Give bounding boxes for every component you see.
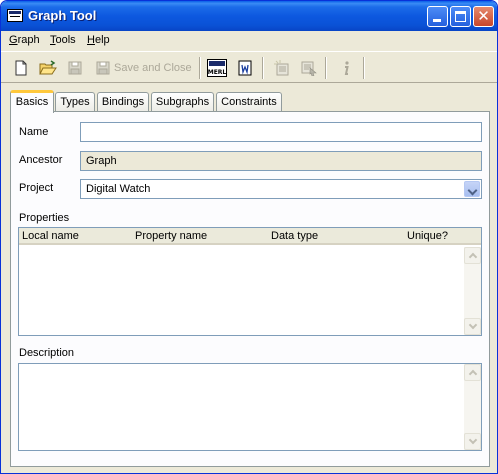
word-doc-icon [238, 60, 252, 76]
merl-icon: MERL [207, 59, 227, 77]
properties-table: Local name Property name Data type Uniqu… [18, 227, 482, 336]
basics-panel: Name Ancestor Graph Project Digital Watc… [10, 111, 490, 467]
save-close-icon [96, 61, 110, 75]
menu-help-label: elp [94, 34, 110, 46]
menu-help[interactable]: Help [87, 34, 110, 46]
select-button[interactable] [299, 58, 319, 78]
scroll-up-icon[interactable] [464, 247, 481, 264]
window-title: Graph Tool [28, 8, 97, 23]
maximize-button[interactable] [450, 6, 471, 27]
new-file-icon [15, 60, 27, 76]
open-button[interactable] [37, 58, 57, 78]
menu-tools[interactable]: Tools [50, 34, 76, 46]
open-folder-icon [39, 60, 57, 75]
scroll-down-icon[interactable] [464, 318, 481, 335]
app-icon [7, 9, 23, 22]
menu-graph[interactable]: Graph [9, 34, 40, 46]
chevron-down-icon[interactable] [464, 181, 480, 197]
menu-tools-label: ools [55, 34, 76, 46]
project-select-value: Digital Watch [86, 183, 151, 195]
project-label: Project [19, 182, 54, 194]
name-field[interactable] [80, 122, 482, 142]
save-and-close-label: Save and Close [114, 62, 192, 74]
tab-bindings[interactable]: Bindings [97, 92, 149, 112]
ancestor-label: Ancestor [19, 154, 63, 166]
toolbar-separator [199, 57, 201, 79]
tab-subgraphs[interactable]: Subgraphs [151, 92, 214, 112]
column-property-name[interactable]: Property name [135, 230, 207, 242]
properties-table-header: Local name Property name Data type Uniqu… [19, 228, 481, 245]
save-icon [68, 61, 82, 75]
minimize-icon [433, 19, 441, 22]
title-bar[interactable]: Graph Tool ✕ [1, 1, 497, 31]
toolbar-separator [262, 57, 264, 79]
save-button[interactable] [65, 58, 85, 78]
toolbar-separator [363, 57, 365, 79]
scroll-down-icon[interactable] [464, 433, 481, 450]
menu-graph-label: raph [17, 34, 40, 46]
tab-types[interactable]: Types [55, 92, 95, 112]
select-icon [301, 61, 317, 76]
name-label: Name [19, 126, 49, 138]
new-button[interactable] [11, 58, 31, 78]
properties-label: Properties [19, 212, 70, 224]
toolbar-separator [325, 57, 327, 79]
generate-button[interactable] [272, 58, 292, 78]
close-button[interactable]: ✕ [473, 6, 494, 27]
close-icon: ✕ [477, 8, 490, 25]
info-icon [344, 61, 349, 75]
column-unique[interactable]: Unique? [407, 230, 448, 242]
description-scrollbar[interactable] [464, 364, 481, 450]
scroll-up-icon[interactable] [464, 364, 481, 381]
maximize-icon [455, 11, 466, 22]
description-label: Description [19, 347, 75, 359]
graph-tool-window: Graph Tool ✕ Graph Tools Help Save and C… [0, 0, 498, 474]
word-export-button[interactable] [235, 58, 255, 78]
column-local-name[interactable]: Local name [22, 230, 79, 242]
tab-constraints[interactable]: Constraints [216, 92, 282, 112]
info-button[interactable] [336, 58, 356, 78]
menu-graph-mnemonic: G [9, 34, 18, 46]
minimize-button[interactable] [427, 6, 448, 27]
merl-button[interactable]: MERL [207, 58, 229, 78]
svg-text:MERL: MERL [208, 69, 227, 76]
generate-icon [274, 60, 289, 76]
project-select[interactable]: Digital Watch [80, 179, 482, 199]
tab-basics[interactable]: Basics [10, 90, 54, 113]
ancestor-field: Graph [80, 151, 482, 171]
menu-bar: Graph Tools Help [1, 31, 497, 51]
properties-scrollbar[interactable] [464, 247, 481, 335]
save-and-close-button[interactable] [93, 58, 113, 78]
description-textarea[interactable] [18, 363, 482, 451]
toolbar: Save and Close MERL [1, 51, 497, 83]
menu-help-mnemonic: H [87, 34, 95, 46]
column-data-type[interactable]: Data type [271, 230, 318, 242]
